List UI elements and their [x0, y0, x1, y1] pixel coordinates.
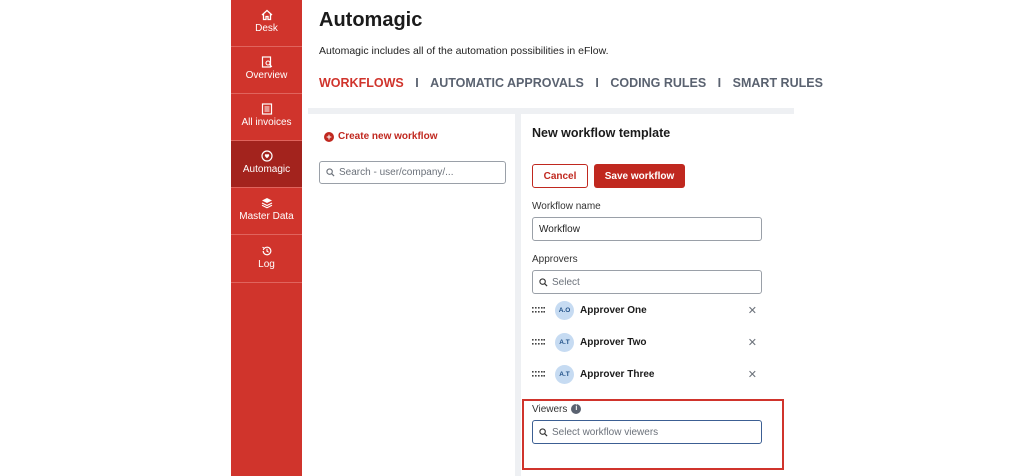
- tab-coding-rules[interactable]: CODING RULES: [610, 76, 706, 90]
- approver-row: A.T Approver Two ✕: [532, 331, 757, 353]
- remove-approver-icon[interactable]: ✕: [748, 368, 757, 381]
- approvers-input[interactable]: [552, 276, 761, 288]
- approvers-label: Approvers: [532, 254, 578, 265]
- history-icon: [261, 246, 271, 256]
- save-workflow-button[interactable]: Save workflow: [594, 164, 685, 188]
- viewers-select: [532, 420, 762, 444]
- page-subtitle: Automagic includes all of the automation…: [319, 45, 609, 57]
- avatar: A.T: [555, 364, 574, 384]
- avatar: A.T: [555, 332, 574, 352]
- sidebar-item-label: Desk: [255, 23, 278, 34]
- tab-workflows[interactable]: WORKFLOWS: [319, 76, 404, 90]
- tab-automatic-approvals[interactable]: AUTOMATIC APPROVALS: [430, 76, 584, 90]
- tab-separator: I: [595, 76, 599, 90]
- remove-approver-icon[interactable]: ✕: [748, 336, 757, 349]
- tab-bar: WORKFLOWS I AUTOMATIC APPROVALS I CODING…: [319, 76, 823, 90]
- tab-separator: I: [717, 76, 722, 90]
- workflow-search: [319, 161, 506, 184]
- sidebar-item-label: Overview: [245, 70, 288, 81]
- sidebar-item-label: Automagic: [242, 164, 291, 175]
- page-title: Automagic: [319, 9, 423, 31]
- tab-smart-rules[interactable]: SMART RULES: [733, 76, 823, 90]
- info-icon[interactable]: i: [571, 404, 582, 415]
- template-title: New workflow template: [532, 126, 671, 140]
- cancel-button[interactable]: Cancel: [532, 164, 588, 188]
- approver-row: A.T Approver Three ✕: [532, 363, 757, 385]
- automagic-icon: [260, 150, 273, 162]
- avatar: A.O: [555, 300, 574, 320]
- sidebar-item-label: Master Data: [239, 211, 294, 222]
- layers-icon: [261, 198, 272, 209]
- drag-handle-icon[interactable]: [532, 371, 545, 377]
- sidebar-item-automagic[interactable]: Automagic: [231, 141, 302, 188]
- create-workflow-label: Create new workflow: [338, 131, 438, 142]
- sidebar-item-master-data[interactable]: Master Data: [231, 188, 302, 235]
- automagic-screen: Desk Overview All invoices Automagic Mas…: [0, 0, 1024, 476]
- workflow-search-input[interactable]: [339, 167, 505, 178]
- workflow-name-input[interactable]: [539, 223, 761, 235]
- search-icon: [539, 427, 548, 437]
- remove-approver-icon[interactable]: ✕: [748, 304, 757, 317]
- sidebar-item-log[interactable]: Log: [231, 236, 302, 283]
- viewers-label: Viewers i: [532, 404, 582, 415]
- search-icon: [539, 277, 548, 287]
- drag-handle-icon[interactable]: [532, 307, 545, 313]
- workflow-name-field: [532, 217, 762, 241]
- viewers-input[interactable]: [552, 426, 761, 438]
- approver-name: Approver Three: [580, 368, 655, 380]
- plus-circle-icon: +: [324, 131, 334, 142]
- approvers-select: [532, 270, 762, 294]
- sidebar: Desk Overview All invoices Automagic Mas…: [231, 0, 302, 476]
- overview-icon: [261, 56, 272, 68]
- sidebar-item-label: Log: [258, 259, 275, 270]
- drag-handle-icon[interactable]: [532, 339, 545, 345]
- approver-name: Approver Two: [580, 336, 647, 348]
- sidebar-item-all-invoices[interactable]: All invoices: [231, 94, 302, 141]
- create-workflow-link[interactable]: + Create new workflow: [324, 131, 437, 142]
- tab-separator: I: [415, 76, 419, 90]
- sidebar-item-desk[interactable]: Desk: [231, 0, 302, 47]
- approver-name: Approver One: [580, 304, 647, 316]
- search-icon: [326, 168, 335, 177]
- approver-row: A.O Approver One ✕: [532, 299, 757, 321]
- viewers-label-text: Viewers: [532, 404, 568, 415]
- sidebar-item-overview[interactable]: Overview: [231, 47, 302, 94]
- home-icon: [261, 9, 272, 21]
- sidebar-item-label: All invoices: [241, 117, 292, 128]
- workflow-name-label: Workflow name: [532, 201, 601, 212]
- invoices-icon: [261, 103, 272, 115]
